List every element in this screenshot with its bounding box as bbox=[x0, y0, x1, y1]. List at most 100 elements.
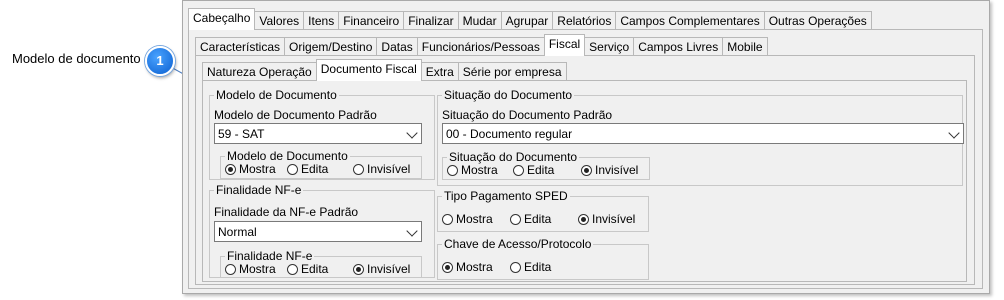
tab-natureza-operacao[interactable]: Natureza Operação bbox=[202, 62, 317, 81]
finalidade-edita-radio[interactable]: Edita bbox=[287, 262, 328, 276]
radio-selected-icon bbox=[225, 163, 236, 175]
radio-label: Mostra bbox=[456, 212, 493, 226]
tab-fiscal[interactable]: Fiscal bbox=[543, 34, 586, 56]
radio-unselected-icon bbox=[510, 213, 521, 225]
radio-label: Edita bbox=[527, 163, 555, 177]
radio-label: Mostra bbox=[456, 260, 493, 274]
tab-datas[interactable]: Datas bbox=[376, 37, 418, 56]
modelo-mostra-radio[interactable]: Mostra bbox=[225, 162, 276, 176]
radio-label: Invisível bbox=[367, 262, 411, 276]
annotation-badge: 1 bbox=[145, 46, 175, 76]
radio-unselected-icon bbox=[225, 263, 236, 275]
finalidade-nfe-padrao-label: Finalidade da NF-e Padrão bbox=[214, 205, 359, 219]
cabecalho-panel: Características Origem/Destino Datas Fun… bbox=[188, 29, 983, 289]
fiscal-panel: Natureza Operação Documento Fiscal Extra… bbox=[195, 55, 975, 285]
modelo-documento-visibility-group: Modelo de Documento Mostra Edita Invisív… bbox=[220, 149, 422, 179]
situacao-invisivel-radio[interactable]: Invisível bbox=[581, 163, 638, 177]
modelo-invisivel-radio[interactable]: Invisível bbox=[353, 162, 410, 176]
tipo-pagamento-sped-group: Tipo Pagamento SPED Mostra Edita Invisív… bbox=[437, 189, 649, 232]
radio-selected-icon bbox=[442, 261, 453, 273]
radio-label: Invisível bbox=[367, 162, 411, 176]
radio-label: Mostra bbox=[461, 163, 498, 177]
finalidade-mostra-radio[interactable]: Mostra bbox=[225, 262, 276, 276]
tab-cabecalho[interactable]: Cabeçalho bbox=[188, 8, 256, 30]
tipo-pagamento-sped-title: Tipo Pagamento SPED bbox=[442, 189, 570, 203]
modelo-documento-group: Modelo de Documento Modelo de Documento … bbox=[209, 88, 435, 180]
finalidade-invisivel-radio[interactable]: Invisível bbox=[353, 262, 410, 276]
tab-valores[interactable]: Valores bbox=[254, 11, 305, 30]
tab-funcionarios-pessoas[interactable]: Funcionários/Pessoas bbox=[416, 37, 545, 56]
fiscal-tab-bar: Natureza Operação Documento Fiscal Extra… bbox=[202, 59, 567, 81]
modelo-documento-visibility-title: Modelo de Documento bbox=[225, 149, 350, 163]
situacao-edita-radio[interactable]: Edita bbox=[513, 163, 554, 177]
radio-selected-icon bbox=[578, 213, 589, 225]
modelo-documento-padrao-select[interactable]: 59 - SAT bbox=[214, 123, 422, 144]
chave-acesso-edita-radio[interactable]: Edita bbox=[510, 260, 551, 274]
situacao-documento-padrao-label: Situação do Documento Padrão bbox=[442, 108, 613, 122]
radio-label: Invisível bbox=[592, 212, 636, 226]
modelo-documento-title: Modelo de Documento bbox=[214, 88, 339, 102]
tab-agrupar[interactable]: Agrupar bbox=[500, 11, 554, 30]
radio-selected-icon bbox=[353, 263, 364, 275]
finalidade-nfe-title: Finalidade NF-e bbox=[214, 183, 304, 197]
radio-selected-icon bbox=[581, 164, 592, 176]
tab-itens[interactable]: Itens bbox=[303, 11, 340, 30]
finalidade-nfe-group: Finalidade NF-e Finalidade da NF-e Padrã… bbox=[209, 183, 435, 278]
form-window: Cabeçalho Valores Itens Financeiro Final… bbox=[182, 0, 990, 294]
tab-caracteristicas[interactable]: Características bbox=[195, 37, 286, 56]
tab-origem-destino[interactable]: Origem/Destino bbox=[284, 37, 378, 56]
radio-label: Edita bbox=[301, 162, 329, 176]
tipo-pagamento-mostra-radio[interactable]: Mostra bbox=[442, 212, 493, 226]
finalidade-nfe-padrao-value: Normal bbox=[218, 225, 257, 239]
tab-mudar[interactable]: Mudar bbox=[457, 11, 502, 30]
tab-finalizar[interactable]: Finalizar bbox=[403, 11, 459, 30]
situacao-documento-group: Situação do Documento Situação do Docume… bbox=[437, 88, 964, 186]
situacao-documento-visibility-group: Situação do Documento Mostra Edita Invis… bbox=[442, 150, 650, 180]
chevron-down-icon bbox=[406, 127, 418, 139]
sub-tab-bar: Características Origem/Destino Datas Fun… bbox=[195, 34, 768, 56]
tab-extra[interactable]: Extra bbox=[420, 62, 459, 81]
chave-acesso-group: Chave de Acesso/Protocolo Mostra Edita bbox=[437, 237, 649, 280]
documento-fiscal-panel: Modelo de Documento Modelo de Documento … bbox=[202, 80, 967, 282]
finalidade-nfe-padrao-select[interactable]: Normal bbox=[214, 221, 422, 242]
radio-label: Edita bbox=[301, 262, 329, 276]
chave-acesso-title: Chave de Acesso/Protocolo bbox=[442, 237, 594, 251]
tipo-pagamento-edita-radio[interactable]: Edita bbox=[510, 212, 551, 226]
radio-label: Edita bbox=[524, 212, 552, 226]
main-tab-bar: Cabeçalho Valores Itens Financeiro Final… bbox=[188, 8, 872, 30]
situacao-documento-padrao-value: 00 - Documento regular bbox=[446, 127, 573, 141]
radio-unselected-icon bbox=[513, 164, 524, 176]
tab-relatorios[interactable]: Relatórios bbox=[552, 11, 617, 30]
radio-unselected-icon bbox=[353, 163, 364, 175]
modelo-edita-radio[interactable]: Edita bbox=[287, 162, 328, 176]
tab-documento-fiscal[interactable]: Documento Fiscal bbox=[315, 59, 422, 81]
radio-unselected-icon bbox=[447, 164, 458, 176]
tab-serie-por-empresa[interactable]: Série por empresa bbox=[457, 62, 567, 81]
chevron-down-icon bbox=[406, 225, 418, 237]
tab-campos-complementares[interactable]: Campos Complementares bbox=[615, 11, 765, 30]
situacao-mostra-radio[interactable]: Mostra bbox=[447, 163, 498, 177]
radio-label: Invisível bbox=[595, 163, 639, 177]
modelo-documento-padrao-value: 59 - SAT bbox=[218, 127, 265, 141]
radio-unselected-icon bbox=[442, 213, 453, 225]
finalidade-nfe-visibility-group: Finalidade NF-e Mostra Edita Invisível bbox=[220, 249, 422, 278]
tab-financeiro[interactable]: Financeiro bbox=[338, 11, 405, 30]
tab-mobile[interactable]: Mobile bbox=[722, 37, 768, 56]
radio-label: Mostra bbox=[239, 262, 276, 276]
tab-servico[interactable]: Serviço bbox=[584, 37, 635, 56]
tipo-pagamento-invisivel-radio[interactable]: Invisível bbox=[578, 212, 635, 226]
situacao-documento-padrao-select[interactable]: 00 - Documento regular bbox=[442, 123, 964, 144]
situacao-documento-title: Situação do Documento bbox=[442, 88, 575, 102]
radio-label: Mostra bbox=[239, 162, 276, 176]
radio-unselected-icon bbox=[510, 261, 521, 273]
situacao-documento-visibility-title: Situação do Documento bbox=[447, 150, 580, 164]
radio-label: Edita bbox=[524, 260, 552, 274]
chevron-down-icon bbox=[948, 127, 960, 139]
radio-unselected-icon bbox=[287, 163, 298, 175]
finalidade-nfe-visibility-title: Finalidade NF-e bbox=[225, 249, 315, 263]
tab-campos-livres[interactable]: Campos Livres bbox=[633, 37, 724, 56]
chave-acesso-mostra-radio[interactable]: Mostra bbox=[442, 260, 493, 274]
radio-unselected-icon bbox=[287, 263, 298, 275]
modelo-documento-padrao-label: Modelo de Documento Padrão bbox=[214, 108, 377, 122]
tab-outras-operacoes[interactable]: Outras Operações bbox=[763, 11, 872, 30]
